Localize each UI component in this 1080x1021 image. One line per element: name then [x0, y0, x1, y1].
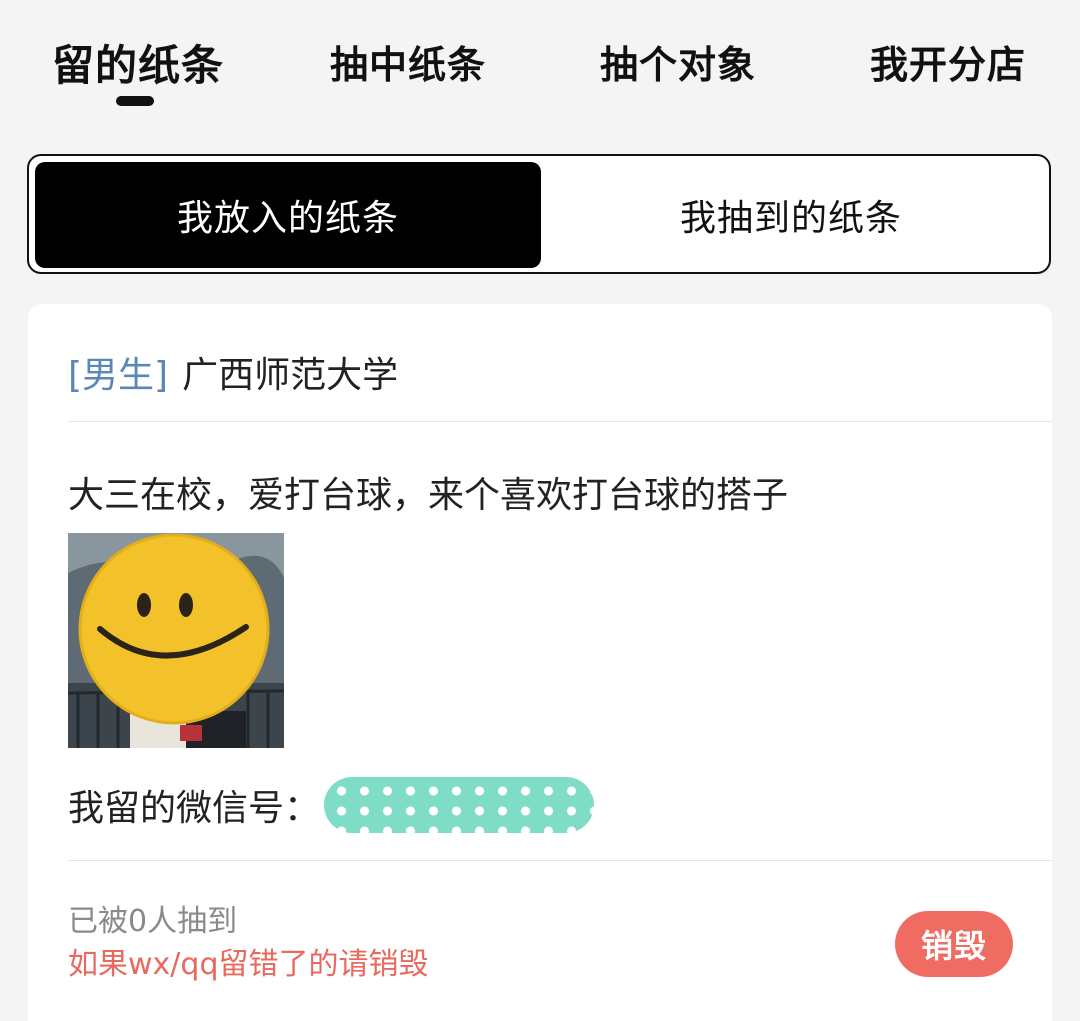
tab-open-branch[interactable]: 我开分店 — [870, 34, 1026, 89]
note-card: [男生] 广西师范大学 大三在校，爱打台球，来个喜欢打台球的搭子 我留的微信号：… — [28, 304, 1052, 1021]
segment-my-put-notes[interactable]: 我放入的纸条 — [35, 162, 541, 268]
note-header: [男生] 广西师范大学 — [68, 346, 398, 398]
school-name: 广西师范大学 — [182, 355, 399, 396]
smiley-face-sticker-icon — [78, 533, 270, 725]
top-tab-bar: 留的纸条 抽中纸条 抽个对象 我开分店 — [0, 0, 1080, 120]
note-photo[interactable] — [68, 533, 284, 748]
note-text: 大三在校，爱打台球，来个喜欢打台球的搭子 — [68, 475, 789, 516]
active-tab-indicator — [116, 96, 154, 106]
wechat-id-mask — [324, 777, 595, 833]
segment-my-drawn-notes[interactable]: 我抽到的纸条 — [541, 162, 1041, 268]
tab-drawn-notes[interactable]: 抽中纸条 — [330, 34, 486, 89]
destroy-button[interactable]: 销毁 — [895, 911, 1013, 977]
draw-count-text: 已被0人抽到 — [68, 904, 238, 939]
tab-left-notes[interactable]: 留的纸条 — [52, 32, 224, 93]
wechat-line: 我留的微信号： — [68, 777, 595, 833]
footer-divider — [68, 860, 1052, 861]
wechat-label: 我留的微信号： — [68, 788, 321, 829]
destroy-hint-text: 如果wx/qq留错了的请销毁 — [68, 947, 429, 982]
note-footer-info: 已被0人抽到 如果wx/qq留错了的请销毁 — [68, 902, 428, 988]
notes-segmented-control: 我放入的纸条 我抽到的纸条 — [27, 154, 1051, 274]
gender-tag: [男生] — [68, 355, 169, 396]
header-divider — [68, 421, 1052, 422]
tab-draw-partner[interactable]: 抽个对象 — [600, 34, 756, 89]
